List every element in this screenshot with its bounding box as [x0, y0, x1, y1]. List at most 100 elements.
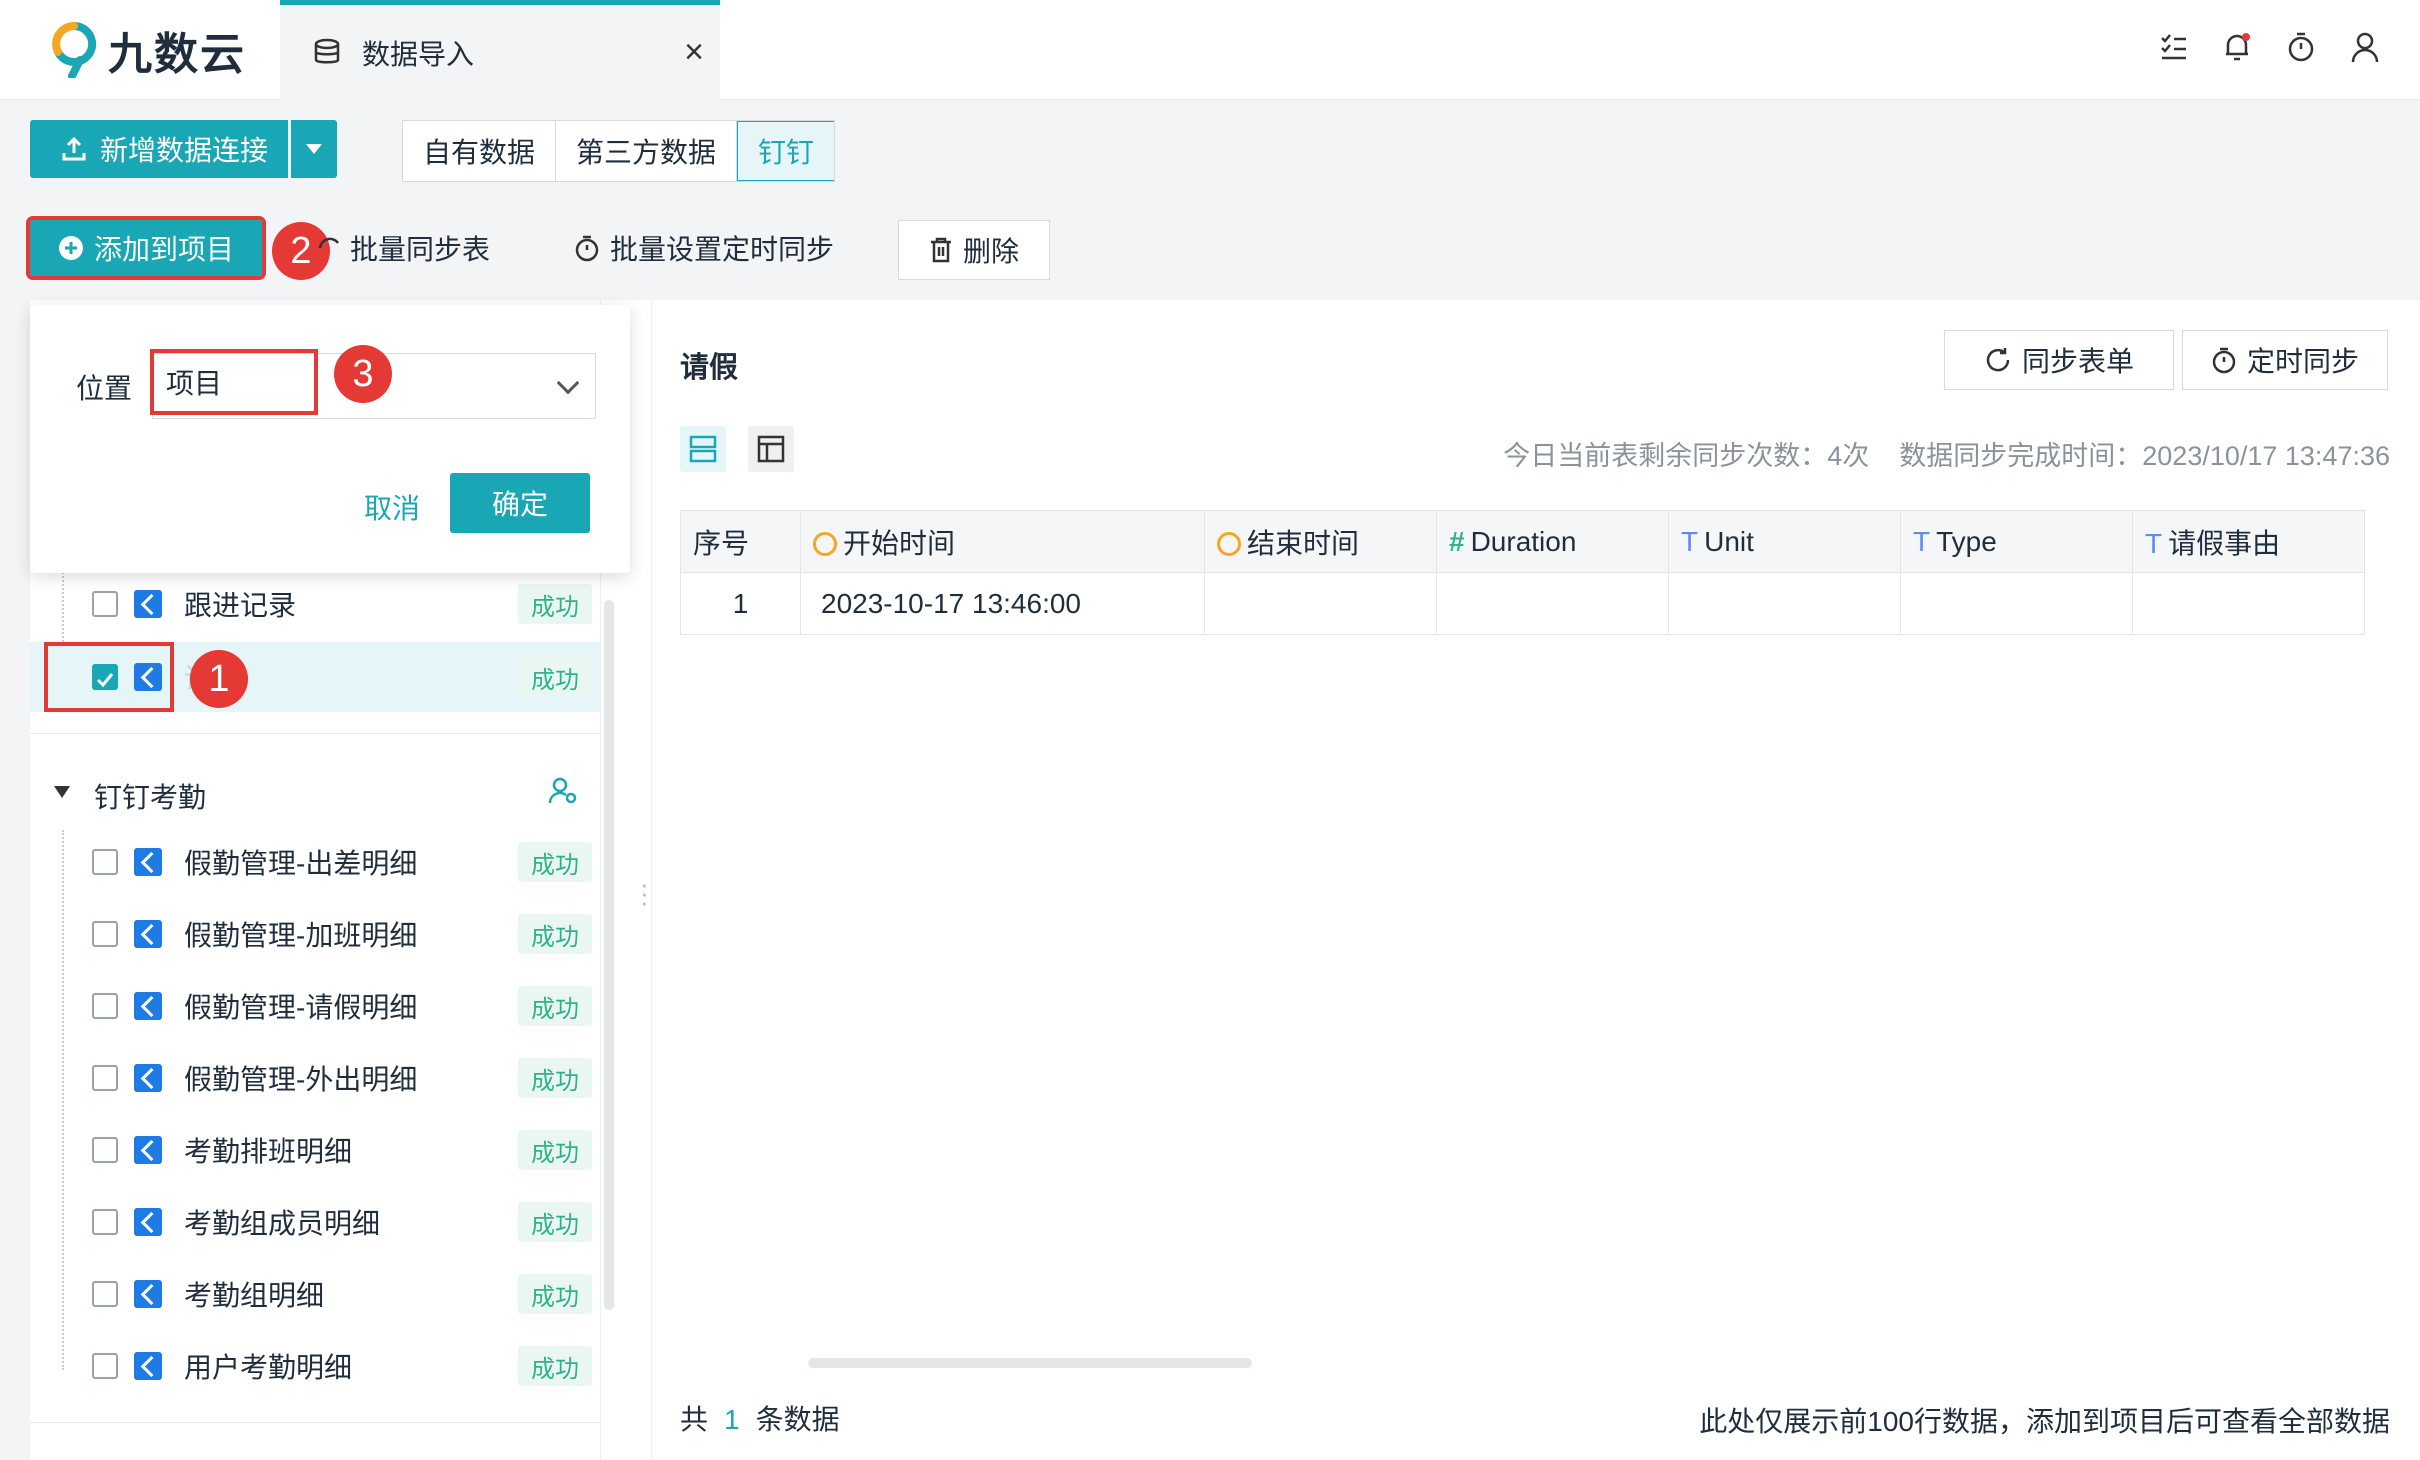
delete-button[interactable]: 删除: [898, 220, 1050, 280]
divider: [30, 1422, 600, 1423]
user-settings-icon[interactable]: [548, 776, 578, 806]
user-icon[interactable]: [2350, 30, 2380, 64]
dingtalk-table-icon: [134, 1136, 162, 1164]
status-badge: 成功: [518, 657, 592, 697]
column-header: # Duration: [1436, 510, 1669, 573]
list-item[interactable]: 假勤管理-加班明细 成功: [30, 900, 600, 968]
task-list-icon[interactable]: [2158, 30, 2188, 64]
column-header: T 请假事由: [2132, 510, 2365, 573]
top-bar: 九数云 数据导入 ×: [0, 0, 2420, 100]
bell-icon[interactable]: [2222, 30, 2252, 64]
trash-icon: [930, 237, 951, 263]
tab-own-data[interactable]: 自有数据: [403, 121, 557, 181]
scrollbar[interactable]: [604, 600, 614, 1310]
group-dingtalk-attendance[interactable]: 钉钉考勤: [30, 760, 600, 826]
table-title: 请假: [680, 352, 739, 384]
row-count: 共 1 条数据: [680, 1404, 840, 1435]
datetime-field-icon: [813, 531, 837, 556]
logo-text: 九数云: [108, 30, 246, 79]
dingtalk-table-icon: [134, 848, 162, 876]
position-select-value[interactable]: 项目: [150, 349, 318, 415]
dingtalk-table-icon: [134, 920, 162, 948]
schedule-sync-button[interactable]: 定时同步: [2182, 330, 2388, 390]
table-detail-panel: [652, 300, 2420, 1460]
checkbox[interactable]: [92, 1353, 118, 1379]
list-item[interactable]: 考勤组明细 成功: [30, 1260, 600, 1328]
caret-down-icon: [306, 144, 322, 154]
cancel-button[interactable]: 取消: [364, 487, 420, 527]
top-icons: [2158, 30, 2380, 64]
tab-third-party[interactable]: 第三方数据: [556, 121, 738, 181]
logo-icon: [52, 22, 97, 78]
list-item[interactable]: 考勤排班明细 成功: [30, 1116, 600, 1184]
logo: 九数云: [50, 20, 246, 80]
status-badge: 成功: [518, 914, 592, 954]
preview-note: 此处仅展示前100行数据，添加到项目后可查看全部数据: [1699, 1406, 2390, 1437]
divider: [30, 733, 600, 734]
caret-down-icon[interactable]: [54, 786, 70, 798]
list-item[interactable]: 考勤组成员明细 成功: [30, 1188, 600, 1256]
structure-view-toggle[interactable]: [748, 426, 794, 472]
sync-icon: [318, 237, 340, 249]
datetime-field-icon: [1217, 531, 1241, 556]
sync-info: 今日当前表剩余同步次数：4次 数据同步完成时间：2023/10/17 13:47…: [1503, 434, 2390, 473]
checkbox[interactable]: [92, 921, 118, 947]
checkbox[interactable]: [92, 1281, 118, 1307]
confirm-button[interactable]: 确定: [450, 473, 590, 533]
timer-icon: [2212, 347, 2236, 374]
batch-sync-button[interactable]: 批量同步表: [318, 220, 490, 276]
text-field-icon: T: [1681, 525, 1699, 557]
database-icon: [314, 38, 340, 63]
timer-icon[interactable]: [2286, 30, 2316, 64]
status-badge: 成功: [518, 1130, 592, 1170]
sync-completed-time: 数据同步完成时间：2023/10/17 13:47:36: [1899, 441, 2390, 471]
list-item[interactable]: 用户考勤明细 成功: [30, 1332, 600, 1400]
checkbox[interactable]: [92, 993, 118, 1019]
close-icon[interactable]: ×: [684, 33, 704, 72]
checkbox[interactable]: [92, 591, 118, 617]
add-to-project-button[interactable]: 添加到项目: [26, 216, 266, 280]
status-badge: 成功: [518, 1202, 592, 1242]
status-badge: 成功: [518, 584, 592, 624]
dingtalk-table-icon: [134, 1064, 162, 1092]
tab-dingtalk[interactable]: 钉钉: [737, 121, 835, 181]
number-field-icon: #: [1449, 525, 1465, 557]
timer-icon: [575, 235, 599, 262]
list-item[interactable]: 假勤管理-外出明细 成功: [30, 1044, 600, 1112]
tab-data-import[interactable]: 数据导入 ×: [280, 0, 720, 100]
column-header: 结束时间: [1204, 510, 1437, 573]
dingtalk-table-icon: [134, 1352, 162, 1380]
new-connection-dropdown[interactable]: [291, 120, 337, 178]
batch-schedule-button[interactable]: 批量设置定时同步: [574, 220, 834, 276]
checkbox[interactable]: [92, 1137, 118, 1163]
status-badge: 成功: [518, 1058, 592, 1098]
dingtalk-table-icon: [134, 590, 162, 618]
table-header-row: 序号 开始时间 结束时间 # Duration T Unit T Type T 请假事由: [680, 510, 2365, 573]
horizontal-scrollbar[interactable]: [808, 1358, 1252, 1368]
new-connection-button[interactable]: 新增数据连接: [30, 120, 288, 178]
column-header: T Type: [1900, 510, 2133, 573]
annotation-box-1: [44, 642, 174, 712]
table-row: 1 2023-10-17 13:46:00: [680, 572, 2365, 635]
source-tabs: 自有数据 第三方数据 钉钉: [402, 120, 836, 182]
list-item[interactable]: 跟进记录 成功: [30, 570, 600, 638]
layout-icon: [757, 435, 785, 463]
list-item[interactable]: 假勤管理-出差明细 成功: [30, 828, 600, 896]
dingtalk-table-icon: [134, 1280, 162, 1308]
checkbox[interactable]: [92, 849, 118, 875]
column-header: T Unit: [1668, 510, 1901, 573]
annotation-badge-1: 1: [190, 650, 248, 708]
drag-handle-icon[interactable]: · · ·: [640, 871, 649, 915]
checkbox[interactable]: [92, 1209, 118, 1235]
position-label: 位置: [76, 373, 133, 404]
tab-title: 数据导入: [362, 38, 475, 70]
refresh-icon: [1986, 348, 2010, 372]
sync-form-button[interactable]: 同步表单: [1944, 330, 2174, 390]
checkbox[interactable]: [92, 1065, 118, 1091]
status-badge: 成功: [518, 986, 592, 1026]
data-preview-table: 序号 开始时间 结束时间 # Duration T Unit T Type T 请假事由…: [680, 510, 2365, 635]
list-item[interactable]: 假勤管理-请假明细 成功: [30, 972, 600, 1040]
status-badge: 成功: [518, 1274, 592, 1314]
data-view-toggle[interactable]: [680, 426, 726, 472]
table-rows-icon: [689, 435, 717, 463]
